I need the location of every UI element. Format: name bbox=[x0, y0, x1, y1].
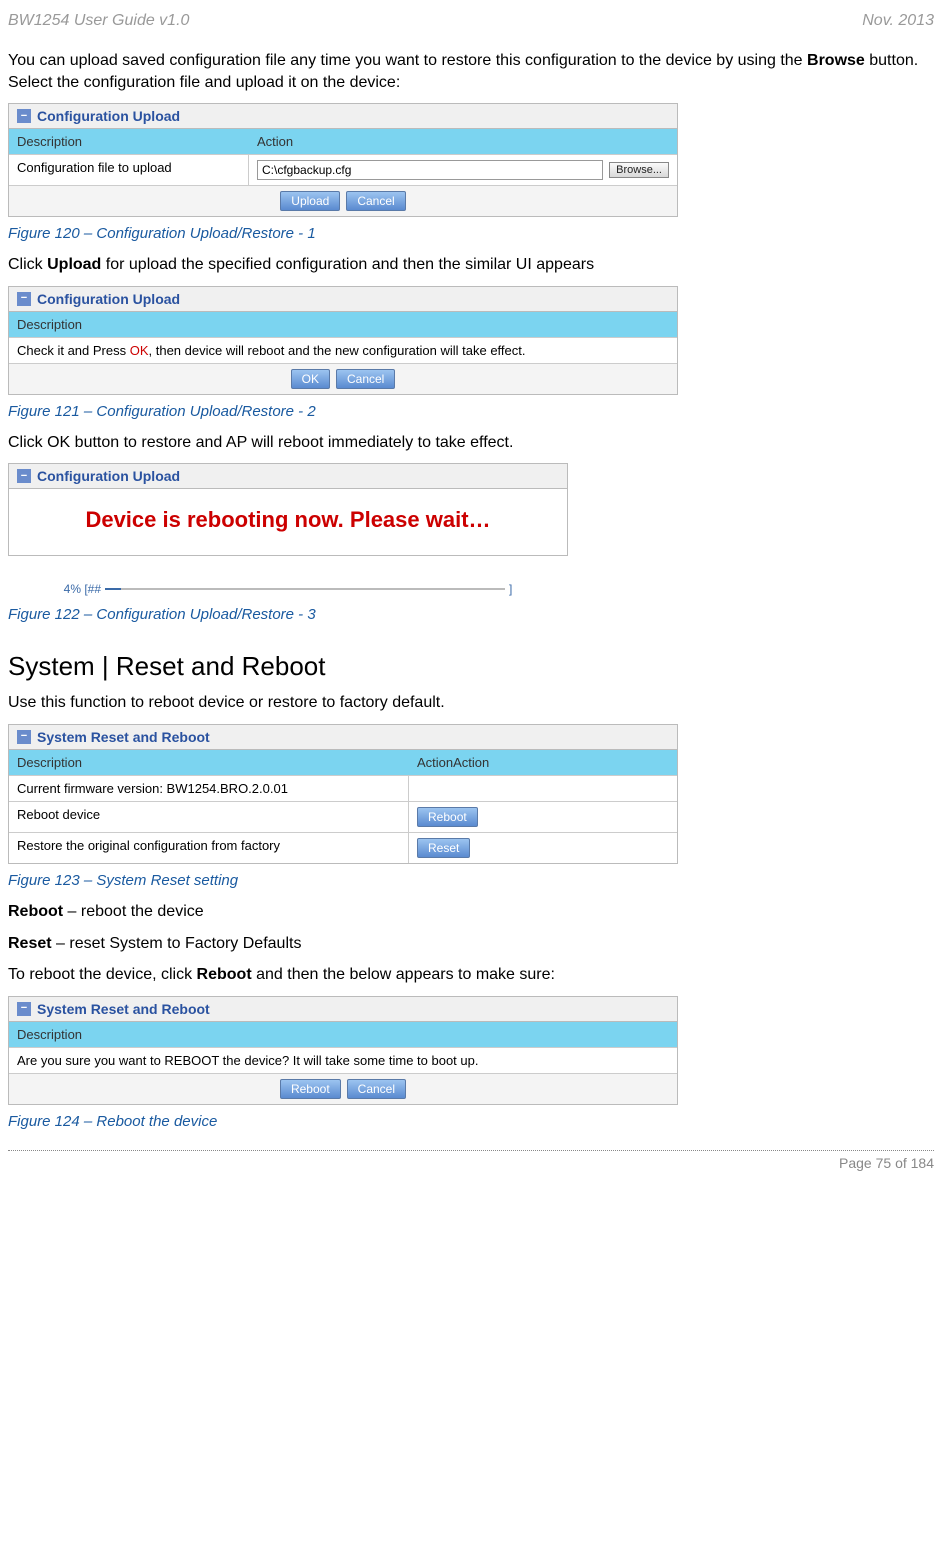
panel1-th-action: Action bbox=[249, 129, 677, 154]
page-header: BW1254 User Guide v1.0 Nov. 2013 bbox=[8, 12, 934, 30]
reset-button[interactable]: Reset bbox=[417, 838, 470, 858]
panel4-row-reboot: Reboot device Reboot bbox=[9, 802, 677, 833]
reboot-description: Reboot – reboot the device bbox=[8, 901, 934, 923]
intro2-bold: Upload bbox=[47, 256, 101, 273]
collapse-icon[interactable]: − bbox=[17, 1002, 31, 1016]
config-upload-panel-3: − Configuration Upload Device is rebooti… bbox=[8, 463, 568, 556]
intro2-text-a: Click bbox=[8, 256, 47, 273]
browse-button[interactable]: Browse... bbox=[609, 162, 669, 178]
panel1-th-description: Description bbox=[9, 129, 249, 154]
panel2-th-description: Description bbox=[9, 312, 677, 337]
panel2-footer: OK Cancel bbox=[9, 364, 677, 394]
panel3-header: − Configuration Upload bbox=[9, 464, 567, 489]
panel2-title: Configuration Upload bbox=[37, 291, 180, 307]
intro1-text-a: You can upload saved configuration file … bbox=[8, 52, 807, 69]
reboot-term: Reboot bbox=[8, 903, 63, 920]
figure-caption-121: Figure 121 – Configuration Upload/Restor… bbox=[8, 403, 934, 420]
intro5-bold: Reboot bbox=[197, 966, 252, 983]
cancel-button[interactable]: Cancel bbox=[347, 1079, 406, 1099]
reboot-confirm-panel: − System Reset and Reboot Description Ar… bbox=[8, 996, 678, 1105]
reboot-message: Device is rebooting now. Please wait… bbox=[9, 489, 567, 555]
reboot-def: – reboot the device bbox=[63, 903, 204, 920]
intro1-bold: Browse bbox=[807, 52, 865, 69]
intro-paragraph-5: To reboot the device, click Reboot and t… bbox=[8, 964, 934, 986]
panel5-header: − System Reset and Reboot bbox=[9, 997, 677, 1022]
progress-end-bracket: ] bbox=[509, 582, 512, 596]
collapse-icon[interactable]: − bbox=[17, 109, 31, 123]
figure-caption-122: Figure 122 – Configuration Upload/Restor… bbox=[8, 606, 934, 623]
section-title-reset-reboot: System | Reset and Reboot bbox=[8, 651, 934, 682]
panel1-header-row: Description Action bbox=[9, 129, 677, 155]
panel4-row-firmware: Current firmware version: BW1254.BRO.2.0… bbox=[9, 776, 677, 802]
panel5-footer: Reboot Cancel bbox=[9, 1074, 677, 1104]
reset-term: Reset bbox=[8, 935, 52, 952]
panel4-th-description: Description bbox=[9, 750, 409, 775]
reset-def: – reset System to Factory Defaults bbox=[52, 935, 302, 952]
panel2-header: − Configuration Upload bbox=[9, 287, 677, 312]
figure-caption-123: Figure 123 – System Reset setting bbox=[8, 872, 934, 889]
panel1-row-upload: Configuration file to upload Browse... bbox=[9, 155, 677, 186]
figure-caption-120: Figure 120 – Configuration Upload/Restor… bbox=[8, 225, 934, 242]
intro-paragraph-3: Click OK button to restore and AP will r… bbox=[8, 432, 934, 454]
panel1-row-label: Configuration file to upload bbox=[9, 155, 249, 185]
doc-title: BW1254 User Guide v1.0 bbox=[8, 12, 189, 30]
config-upload-panel-1: − Configuration Upload Description Actio… bbox=[8, 103, 678, 217]
cancel-button[interactable]: Cancel bbox=[336, 369, 395, 389]
intro-paragraph-2: Click Upload for upload the specified co… bbox=[8, 254, 934, 276]
section-intro: Use this function to reboot device or re… bbox=[8, 692, 934, 714]
reboot-confirm-button[interactable]: Reboot bbox=[280, 1079, 341, 1099]
doc-date: Nov. 2013 bbox=[862, 12, 934, 30]
system-reset-panel: − System Reset and Reboot Description Ac… bbox=[8, 724, 678, 864]
panel4-th-action: ActionAction bbox=[409, 750, 677, 775]
panel2-msg-ok: OK bbox=[130, 343, 149, 358]
panel5-title: System Reset and Reboot bbox=[37, 1001, 210, 1017]
intro2-text-b: for upload the specified configuration a… bbox=[101, 256, 594, 273]
intro5-text-a: To reboot the device, click bbox=[8, 966, 197, 983]
panel5-th-description: Description bbox=[9, 1022, 677, 1047]
intro-paragraph-1: You can upload saved configuration file … bbox=[8, 50, 934, 93]
reboot-device-label: Reboot device bbox=[9, 802, 409, 832]
reboot-button[interactable]: Reboot bbox=[417, 807, 478, 827]
panel2-msg-b: , then device will reboot and the new co… bbox=[149, 343, 526, 358]
page-footer: Page 75 of 184 bbox=[8, 1150, 934, 1171]
config-file-input[interactable] bbox=[257, 160, 603, 180]
cancel-button[interactable]: Cancel bbox=[346, 191, 405, 211]
config-upload-panel-2: − Configuration Upload Description Check… bbox=[8, 286, 678, 395]
panel3-title: Configuration Upload bbox=[37, 468, 180, 484]
progress-area: 4% [## ] bbox=[8, 564, 568, 600]
panel1-title: Configuration Upload bbox=[37, 108, 180, 124]
collapse-icon[interactable]: − bbox=[17, 730, 31, 744]
panel4-row-reset: Restore the original configuration from … bbox=[9, 833, 677, 863]
panel5-message-row: Are you sure you want to REBOOT the devi… bbox=[9, 1048, 677, 1074]
intro5-text-b: and then the below appears to make sure: bbox=[252, 966, 555, 983]
panel2-msg-a: Check it and Press bbox=[17, 343, 130, 358]
panel2-header-row: Description bbox=[9, 312, 677, 338]
firmware-version-label: Current firmware version: BW1254.BRO.2.0… bbox=[9, 776, 409, 801]
figure-caption-124: Figure 124 – Reboot the device bbox=[8, 1113, 934, 1130]
panel4-header-row: Description ActionAction bbox=[9, 750, 677, 776]
collapse-icon[interactable]: − bbox=[17, 469, 31, 483]
reset-description: Reset – reset System to Factory Defaults bbox=[8, 933, 934, 955]
page-number: Page 75 of 184 bbox=[839, 1155, 934, 1171]
restore-factory-label: Restore the original configuration from … bbox=[9, 833, 409, 863]
panel2-message-row: Check it and Press OK, then device will … bbox=[9, 338, 677, 364]
progress-percent-label: 4% [## bbox=[64, 582, 101, 596]
progress-fill bbox=[105, 588, 121, 590]
panel5-header-row: Description bbox=[9, 1022, 677, 1048]
panel4-title: System Reset and Reboot bbox=[37, 729, 210, 745]
panel1-header: − Configuration Upload bbox=[9, 104, 677, 129]
panel4-header: − System Reset and Reboot bbox=[9, 725, 677, 750]
collapse-icon[interactable]: − bbox=[17, 292, 31, 306]
progress-bar bbox=[105, 588, 505, 590]
panel1-footer: Upload Cancel bbox=[9, 186, 677, 216]
upload-button[interactable]: Upload bbox=[280, 191, 340, 211]
ok-button[interactable]: OK bbox=[291, 369, 330, 389]
